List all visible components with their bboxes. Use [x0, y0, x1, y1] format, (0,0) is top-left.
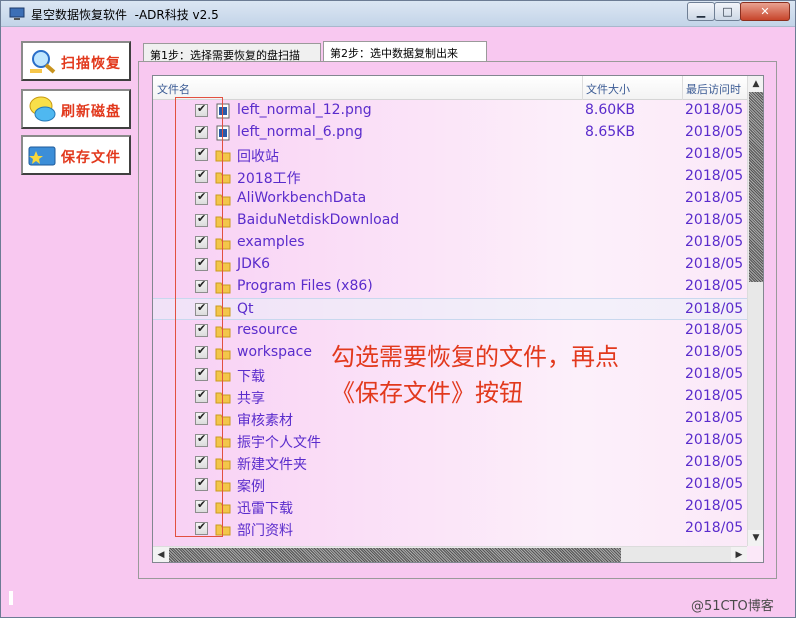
- refresh-disk-label: 刷新磁盘: [61, 104, 121, 120]
- app-icon: [9, 7, 25, 20]
- table-row[interactable]: 回收站 2018/05: [153, 144, 747, 166]
- table-row[interactable]: 迅雷下载 2018/05: [153, 496, 747, 518]
- file-date: 2018/05: [685, 146, 744, 162]
- file-date: 2018/05: [685, 212, 744, 228]
- column-header-name[interactable]: 文件名: [157, 81, 577, 97]
- table-row[interactable]: 案例 2018/05: [153, 474, 747, 496]
- maximize-icon: □: [722, 5, 733, 18]
- file-name: 共享: [237, 391, 265, 407]
- file-date: 2018/05: [685, 520, 744, 536]
- file-date: 2018/05: [685, 344, 744, 360]
- save-file-button[interactable]: 保存文件: [21, 135, 131, 175]
- file-size: 8.65KB: [585, 124, 635, 140]
- table-row[interactable]: 2018工作 2018/05: [153, 166, 747, 188]
- scroll-down-arrow-icon[interactable]: ▼: [748, 530, 763, 546]
- app-window: 星空数据恢复软件 -ADR科技 v2.5 ▁ □ ✕ 扫描恢复 刷新磁盘 保存文…: [0, 0, 796, 618]
- file-date: 2018/05: [685, 498, 744, 514]
- folder-star-icon: [28, 146, 56, 166]
- file-date: 2018/05: [685, 301, 744, 317]
- vertical-scrollbar[interactable]: ▲ ▼: [747, 76, 763, 546]
- file-name: left_normal_12.png: [237, 102, 372, 118]
- horizontal-scroll-thumb[interactable]: [169, 548, 621, 562]
- file-date: 2018/05: [685, 476, 744, 492]
- table-row[interactable]: Qt 2018/05: [153, 298, 747, 320]
- file-name: 振宇个人文件: [237, 435, 321, 451]
- scroll-left-arrow-icon[interactable]: ◀: [153, 547, 169, 562]
- horizontal-scrollbar[interactable]: ◀ ▶: [153, 546, 747, 562]
- vertical-scroll-thumb[interactable]: [749, 92, 763, 282]
- tab-step2-copy[interactable]: 第2步：选中数据复制出来: [323, 41, 487, 63]
- table-row[interactable]: Program Files (x86) 2018/05: [153, 276, 747, 298]
- table-row[interactable]: JDK6 2018/05: [153, 254, 747, 276]
- checkbox-highlight-box: [175, 97, 223, 537]
- file-date: 2018/05: [685, 322, 744, 338]
- title-bar[interactable]: 星空数据恢复软件 -ADR科技 v2.5 ▁ □ ✕: [1, 1, 795, 27]
- table-row[interactable]: left_normal_6.png 8.65KB 2018/05: [153, 122, 747, 144]
- file-date: 2018/05: [685, 256, 744, 272]
- file-date: 2018/05: [685, 432, 744, 448]
- file-date: 2018/05: [685, 410, 744, 426]
- annotation-line-1: 勾选需要恢复的文件，再点: [331, 343, 619, 371]
- file-date: 2018/05: [685, 190, 744, 206]
- file-name: 回收站: [237, 149, 279, 165]
- file-list[interactable]: 文件名 文件大小 最后访问时 left_normal_12.png 8.60KB 2…: [152, 75, 764, 563]
- column-header-size[interactable]: 文件大小: [586, 81, 680, 97]
- column-header-date[interactable]: 最后访问时: [686, 81, 746, 97]
- table-row[interactable]: AliWorkbenchData 2018/05: [153, 188, 747, 210]
- magnifier-icon: [30, 50, 56, 74]
- scan-recover-button[interactable]: 扫描恢复: [21, 41, 131, 81]
- file-size: 8.60KB: [585, 102, 635, 118]
- status-indicator: [9, 591, 13, 605]
- file-name: resource: [237, 322, 298, 338]
- file-name: JDK6: [237, 256, 270, 272]
- table-row[interactable]: 审核素材 2018/05: [153, 408, 747, 430]
- file-name: 案例: [237, 479, 265, 495]
- file-date: 2018/05: [685, 278, 744, 294]
- minimize-button[interactable]: ▁: [687, 2, 715, 21]
- tab-step1-scan[interactable]: 第1步：选择需要恢复的盘扫描: [143, 43, 321, 63]
- scroll-up-arrow-icon[interactable]: ▲: [748, 76, 763, 92]
- file-name: 新建文件夹: [237, 457, 307, 473]
- table-row[interactable]: examples 2018/05: [153, 232, 747, 254]
- watermark: @51CTO博客: [691, 599, 774, 614]
- table-row[interactable]: 新建文件夹 2018/05: [153, 452, 747, 474]
- close-button[interactable]: ✕: [740, 2, 790, 21]
- file-name: workspace: [237, 344, 312, 360]
- file-name: 迅雷下载: [237, 501, 293, 517]
- file-name: Qt: [237, 301, 254, 317]
- save-file-label: 保存文件: [61, 150, 121, 166]
- maximize-button[interactable]: □: [714, 2, 741, 21]
- file-date: 2018/05: [685, 454, 744, 470]
- file-date: 2018/05: [685, 388, 744, 404]
- file-name: BaiduNetdiskDownload: [237, 212, 400, 228]
- scroll-right-arrow-icon[interactable]: ▶: [731, 547, 747, 562]
- file-date: 2018/05: [685, 102, 744, 118]
- scan-recover-label: 扫描恢复: [61, 56, 121, 72]
- annotation-line-2: 《保存文件》按钮: [331, 379, 523, 407]
- file-date: 2018/05: [685, 366, 744, 382]
- globe-refresh-icon: [29, 96, 56, 122]
- table-row[interactable]: 振宇个人文件 2018/05: [153, 430, 747, 452]
- file-date: 2018/05: [685, 234, 744, 250]
- file-name: AliWorkbenchData: [237, 190, 367, 206]
- file-name: left_normal_6.png: [237, 124, 363, 140]
- file-name: 2018工作: [237, 171, 301, 187]
- close-icon: ✕: [760, 5, 770, 18]
- file-name: examples: [237, 234, 305, 250]
- minimize-icon: ▁: [696, 5, 706, 18]
- file-date: 2018/05: [685, 124, 744, 140]
- file-name: 审核素材: [237, 413, 293, 429]
- file-date: 2018/05: [685, 168, 744, 184]
- instruction-annotation: 勾选需要恢复的文件，再点 《保存文件》按钮: [331, 339, 619, 411]
- file-name: 部门资料: [237, 523, 293, 539]
- table-row[interactable]: BaiduNetdiskDownload 2018/05: [153, 210, 747, 232]
- refresh-disk-button[interactable]: 刷新磁盘: [21, 89, 131, 129]
- table-row[interactable]: left_normal_12.png 8.60KB 2018/05: [153, 100, 747, 122]
- window-title: 星空数据恢复软件 -ADR科技 v2.5: [31, 8, 219, 22]
- table-row[interactable]: 部门资料 2018/05: [153, 518, 747, 540]
- file-name: Program Files (x86): [237, 278, 373, 294]
- file-name: 下载: [237, 369, 265, 385]
- list-header: 文件名 文件大小 最后访问时: [153, 76, 747, 100]
